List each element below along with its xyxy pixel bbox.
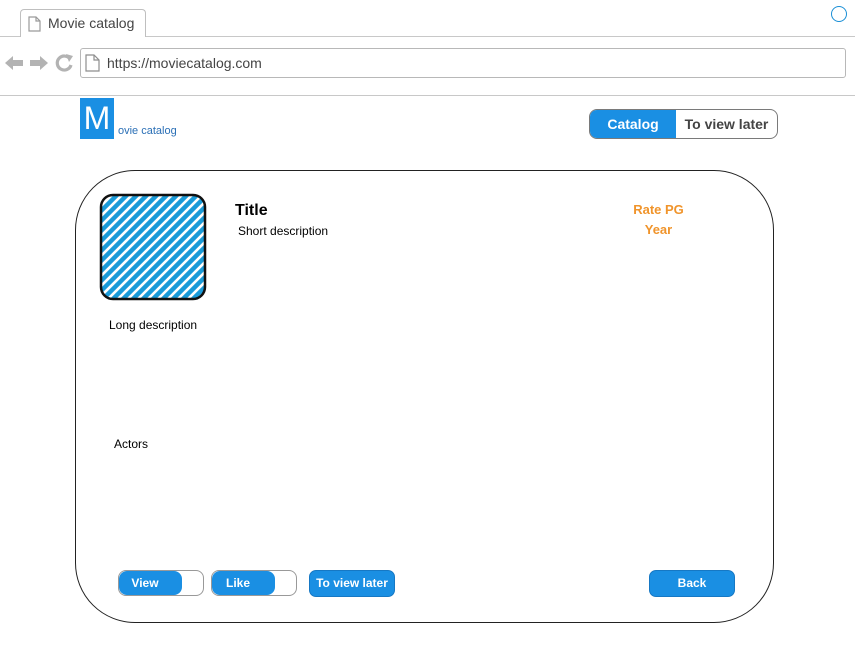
movie-title: Title (235, 202, 268, 219)
url-text: https://moviecatalog.com (107, 55, 262, 71)
browser-tab-bar: Movie catalog (0, 0, 855, 37)
tab-title: Movie catalog (48, 15, 135, 31)
back-button[interactable]: Back (649, 570, 735, 597)
tab-to-view-later[interactable]: To view later (676, 110, 777, 138)
like-toggle[interactable]: Like (211, 570, 297, 596)
window-control-icon[interactable] (831, 6, 847, 22)
logo[interactable]: M (80, 98, 114, 139)
view-toggle[interactable]: View (118, 570, 204, 596)
tab-catalog[interactable]: Catalog (590, 110, 676, 138)
movie-year: Year (644, 222, 673, 237)
poster-image-placeholder (99, 193, 209, 308)
back-arrow-icon[interactable] (4, 53, 24, 78)
browser-tab[interactable]: Movie catalog (20, 9, 146, 37)
main-nav: Catalog To view later (589, 109, 778, 139)
page-icon (85, 54, 100, 77)
short-description: Short description (238, 224, 329, 238)
long-description: Long description (109, 318, 198, 332)
view-toggle-label: View (131, 576, 159, 590)
logo-text: ovie catalog (118, 125, 177, 137)
reload-icon[interactable] (54, 53, 74, 78)
page-icon (28, 16, 41, 37)
browser-nav-bar: https://moviecatalog.com (0, 37, 855, 96)
to-view-later-button[interactable]: To view later (309, 570, 395, 597)
movie-detail-card: Title Short description Rate PG Year Lon… (75, 170, 774, 623)
actors-list: Actors (114, 437, 149, 451)
movie-rating: Rate PG (633, 202, 684, 217)
like-toggle-label: Like (225, 576, 250, 590)
forward-arrow-icon[interactable] (29, 53, 49, 78)
address-bar[interactable]: https://moviecatalog.com (80, 48, 846, 78)
